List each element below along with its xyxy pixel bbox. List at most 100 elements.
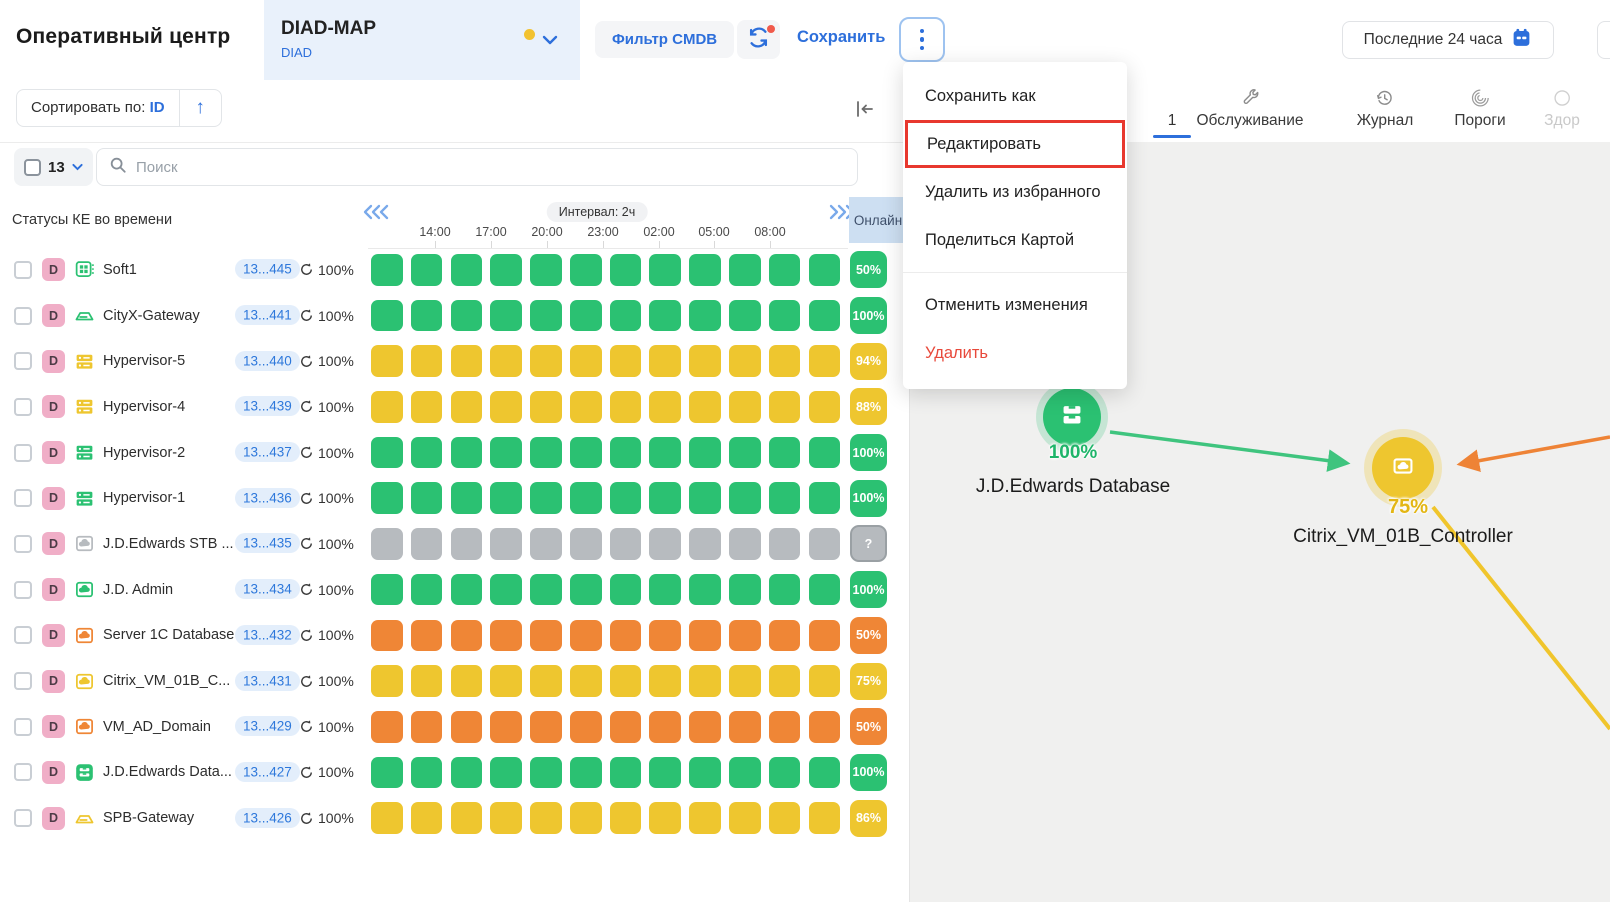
menu-item-Отменить изменения[interactable]: Отменить изменения — [903, 281, 1127, 329]
menu-item-Удалить из избранного[interactable]: Удалить из избранного — [903, 168, 1127, 216]
ci-name[interactable]: J.D.Edwards STB ... — [103, 536, 235, 552]
ci-id-link[interactable]: 13...432 — [235, 625, 300, 645]
time-range-button[interactable]: Последние 24 часа — [1342, 21, 1554, 59]
row-checkbox[interactable] — [14, 489, 32, 507]
ci-row[interactable]: D Hypervisor-5 13...440 100% 94% — [0, 338, 910, 384]
row-checkbox[interactable] — [14, 261, 32, 279]
ci-name[interactable]: CityX-Gateway — [103, 308, 235, 324]
row-checkbox[interactable] — [14, 718, 32, 736]
ci-row[interactable]: D J.D.Edwards STB ... 13...435 100% ? — [0, 521, 910, 567]
status-cell — [490, 254, 522, 286]
ci-id-link[interactable]: 13...440 — [235, 351, 300, 371]
sort-by-button[interactable]: Сортировать по: ID — [16, 89, 180, 127]
row-checkbox[interactable] — [14, 809, 32, 827]
status-cell — [570, 802, 602, 834]
partial-button-edge[interactable] — [1597, 21, 1610, 59]
ci-name[interactable]: Soft1 — [103, 262, 235, 278]
map-code-link[interactable]: DIAD — [281, 45, 312, 60]
search-box[interactable] — [96, 148, 858, 186]
row-checkbox[interactable] — [14, 398, 32, 416]
row-checkbox[interactable] — [14, 307, 32, 325]
ci-id-link[interactable]: 13...429 — [235, 716, 300, 736]
chevron-down-icon[interactable] — [542, 32, 558, 50]
menu-item-Сохранить как[interactable]: Сохранить как — [903, 72, 1127, 120]
ci-name[interactable]: VM_AD_Domain — [103, 719, 235, 735]
tab-1[interactable]: 1 — [1168, 88, 1177, 130]
server-icon — [74, 396, 95, 417]
ci-id-link[interactable]: 13...426 — [235, 808, 300, 828]
menu-item-Редактировать[interactable]: Редактировать — [908, 123, 1122, 165]
selection-count-button[interactable]: 13 — [14, 148, 93, 186]
row-checkbox[interactable] — [14, 352, 32, 370]
tab-Журнал[interactable]: Журнал — [1357, 88, 1414, 130]
status-cell — [610, 711, 642, 743]
ci-row[interactable]: D Hypervisor-1 13...436 100% 100% — [0, 475, 910, 521]
ci-name[interactable]: Hypervisor-5 — [103, 353, 235, 369]
ci-row[interactable]: D J.D.Edwards Data... 13...427 100% 100% — [0, 750, 910, 796]
menu-item-Удалить[interactable]: Удалить — [903, 329, 1127, 377]
ci-id-link[interactable]: 13...431 — [235, 671, 300, 691]
ci-row[interactable]: D Hypervisor-4 13...439 100% 88% — [0, 384, 910, 430]
type-badge: D — [42, 670, 65, 693]
row-checkbox[interactable] — [14, 535, 32, 553]
sort-direction-button[interactable]: ↑ — [180, 89, 222, 127]
ci-name[interactable]: J.D. Admin — [103, 582, 235, 598]
row-checkbox[interactable] — [14, 763, 32, 781]
ci-availability: 100% — [299, 719, 365, 735]
map-node-citrix-controller[interactable] — [1372, 437, 1434, 499]
sort-control[interactable]: Сортировать по: ID ↑ — [16, 89, 222, 127]
ci-id-link[interactable]: 13...441 — [235, 305, 300, 325]
status-cell — [729, 482, 761, 514]
tab-Обслуживание[interactable]: Обслуживание — [1196, 88, 1303, 130]
ci-id-link[interactable]: 13...434 — [235, 579, 300, 599]
ci-name[interactable]: J.D.Edwards Data... — [103, 764, 235, 780]
availability-value: 100% — [318, 399, 354, 415]
ci-row[interactable]: D Hypervisor-2 13...437 100% 100% — [0, 430, 910, 476]
row-checkbox[interactable] — [14, 672, 32, 690]
timeline-page-left-icon[interactable] — [363, 204, 390, 225]
kebab-menu-button[interactable] — [899, 17, 945, 62]
row-checkbox[interactable] — [14, 581, 32, 599]
search-icon — [109, 156, 127, 179]
ci-name[interactable]: Hypervisor-1 — [103, 490, 235, 506]
tab-Пороги[interactable]: Пороги — [1454, 88, 1505, 130]
status-cell — [371, 254, 403, 286]
ci-id-link[interactable]: 13...445 — [235, 259, 300, 279]
status-cell — [769, 345, 801, 377]
ci-row[interactable]: D SPB-Gateway 13...426 100% 86% — [0, 795, 910, 841]
ci-row[interactable]: D J.D. Admin 13...434 100% 100% — [0, 567, 910, 613]
menu-item-Поделиться Картой[interactable]: Поделиться Картой — [903, 216, 1127, 264]
select-all-checkbox[interactable] — [24, 159, 41, 176]
ci-row[interactable]: D Server 1C Database 13...432 100% 50% — [0, 613, 910, 659]
refresh-button[interactable] — [737, 20, 780, 59]
online-badge: 100% — [850, 297, 887, 334]
ci-id-link[interactable]: 13...435 — [235, 533, 300, 553]
status-cell — [689, 345, 721, 377]
ci-name[interactable]: Citrix_VM_01B_C... — [103, 673, 235, 689]
status-cell — [451, 391, 483, 423]
ci-id-link[interactable]: 13...437 — [235, 442, 300, 462]
ci-row[interactable]: D CityX-Gateway 13...441 100% 100% — [0, 293, 910, 339]
map-selector[interactable]: DIAD-MAP DIAD — [264, 0, 580, 80]
ci-id-link[interactable]: 13...427 — [235, 762, 300, 782]
tab-Здор[interactable]: Здор — [1544, 88, 1580, 130]
ci-row[interactable]: D Citrix_VM_01B_C... 13...431 100% 75% — [0, 658, 910, 704]
row-checkbox[interactable] — [14, 626, 32, 644]
ci-row[interactable]: D Soft1 13...445 100% 50% — [0, 247, 910, 293]
ci-name[interactable]: Hypervisor-4 — [103, 399, 235, 415]
ci-name[interactable]: Server 1C Database — [103, 627, 235, 643]
search-input[interactable] — [136, 159, 845, 176]
sort-field: ID — [150, 99, 165, 116]
filter-cmdb-button[interactable]: Фильтр CMDB — [595, 21, 734, 58]
ci-id-link[interactable]: 13...436 — [235, 488, 300, 508]
ci-name[interactable]: Hypervisor-2 — [103, 445, 235, 461]
ci-id-link[interactable]: 13...439 — [235, 396, 300, 416]
row-checkbox[interactable] — [14, 444, 32, 462]
save-button[interactable]: Сохранить — [797, 28, 885, 47]
status-cell — [411, 711, 443, 743]
collapse-panel-icon[interactable] — [852, 96, 878, 122]
ci-name[interactable]: SPB-Gateway — [103, 810, 235, 826]
status-cell — [490, 482, 522, 514]
ci-row[interactable]: D VM_AD_Domain 13...429 100% 50% — [0, 704, 910, 750]
map-node-jde-database[interactable] — [1043, 388, 1101, 446]
